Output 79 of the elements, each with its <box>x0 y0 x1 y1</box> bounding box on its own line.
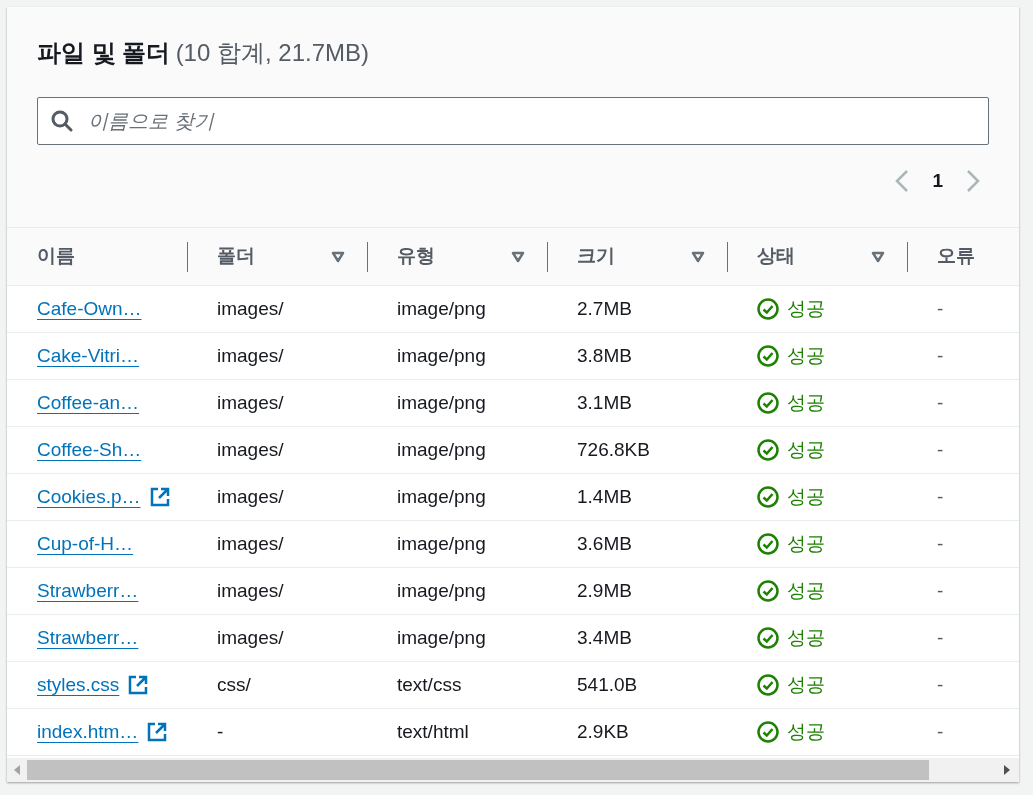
column-header: 폴더 <box>217 244 256 269</box>
folder-text: images/ <box>217 625 284 650</box>
size-text: 726.8KB <box>577 437 650 462</box>
sort-icon[interactable] <box>511 250 525 263</box>
type-text: image/png <box>397 484 486 509</box>
folder-text: images/ <box>217 437 284 462</box>
size-text: 3.8MB <box>577 343 632 368</box>
sort-icon[interactable] <box>691 250 705 263</box>
size-text: 541.0B <box>577 672 638 697</box>
column-header: 오류 <box>937 244 976 269</box>
status-text: 성공 <box>787 296 825 321</box>
type-text: image/png <box>397 343 486 368</box>
size-text: 3.1MB <box>577 390 632 415</box>
type-text: image/png <box>397 625 486 650</box>
error-text: - <box>937 672 944 697</box>
error-text: - <box>937 531 944 556</box>
file-link[interactable]: Cookies.p… <box>37 482 141 512</box>
type-text: text/css <box>397 672 462 697</box>
file-link[interactable]: Strawberr… <box>37 623 139 653</box>
error-text: - <box>937 484 944 509</box>
status-text: 성공 <box>787 343 825 368</box>
status-text: 성공 <box>787 390 825 415</box>
status-text: 성공 <box>787 531 825 556</box>
file-link[interactable]: index.htm… <box>37 717 139 747</box>
panel-title: 파일 및 폴더 <box>37 39 171 66</box>
status-text: 성공 <box>787 578 825 603</box>
size-text: 2.9KB <box>577 719 629 744</box>
folder-text: images/ <box>217 531 284 556</box>
page-number-button[interactable]: 1 <box>928 167 947 196</box>
scrollbar-thumb[interactable] <box>27 760 929 780</box>
folder-text: - <box>217 719 224 744</box>
error-text: - <box>937 625 944 650</box>
file-link[interactable]: Strawberr… <box>37 576 139 606</box>
size-text: 2.9MB <box>577 578 632 603</box>
column-header: 이름 <box>37 244 76 269</box>
sort-icon[interactable] <box>331 250 345 263</box>
error-text: - <box>937 296 944 321</box>
search-field[interactable]: 이름으로 찾기 <box>37 97 989 145</box>
error-text: - <box>937 578 944 603</box>
error-text: - <box>937 719 944 744</box>
type-text: image/png <box>397 296 486 321</box>
file-link[interactable]: Coffee-an… <box>37 388 140 418</box>
error-text: - <box>937 390 944 415</box>
error-text: - <box>937 343 944 368</box>
file-link[interactable]: styles.css <box>37 670 120 700</box>
status-text: 성공 <box>787 437 825 462</box>
external-link-icon[interactable] <box>127 674 150 696</box>
error-text: - <box>937 437 944 462</box>
column-header: 크기 <box>577 244 616 269</box>
external-link-icon[interactable] <box>146 721 169 743</box>
item-count: (10 합계, 21.7MB) <box>175 39 370 66</box>
folder-text: images/ <box>217 578 284 603</box>
status-text: 성공 <box>787 484 825 509</box>
type-text: image/png <box>397 531 486 556</box>
file-link[interactable]: Cafe-Own… <box>37 294 142 324</box>
folder-text: images/ <box>217 484 284 509</box>
external-link-icon[interactable] <box>148 486 171 508</box>
column-header: 상태 <box>757 244 796 269</box>
file-link[interactable]: Coffee-Sh… <box>37 435 142 465</box>
file-link[interactable]: Cup-of-H… <box>37 529 134 559</box>
status-text: 성공 <box>787 672 825 697</box>
status-text: 성공 <box>787 719 825 744</box>
folder-text: images/ <box>217 296 284 321</box>
size-text: 2.7MB <box>577 296 632 321</box>
status-text: 성공 <box>787 625 825 650</box>
column-header: 유형 <box>397 244 436 269</box>
folder-text: css/ <box>217 672 251 697</box>
folder-text: images/ <box>217 343 284 368</box>
sort-icon[interactable] <box>871 250 885 263</box>
type-text: image/png <box>397 437 486 462</box>
horizontal-scrollbar[interactable] <box>7 758 1019 782</box>
size-text: 1.4MB <box>577 484 632 509</box>
size-text: 3.4MB <box>577 625 632 650</box>
folder-text: images/ <box>217 390 284 415</box>
type-text: image/png <box>397 390 486 415</box>
type-text: image/png <box>397 578 486 603</box>
file-link[interactable]: Cake-Vitri… <box>37 341 140 371</box>
type-text: text/html <box>397 719 469 744</box>
size-text: 3.6MB <box>577 531 632 556</box>
